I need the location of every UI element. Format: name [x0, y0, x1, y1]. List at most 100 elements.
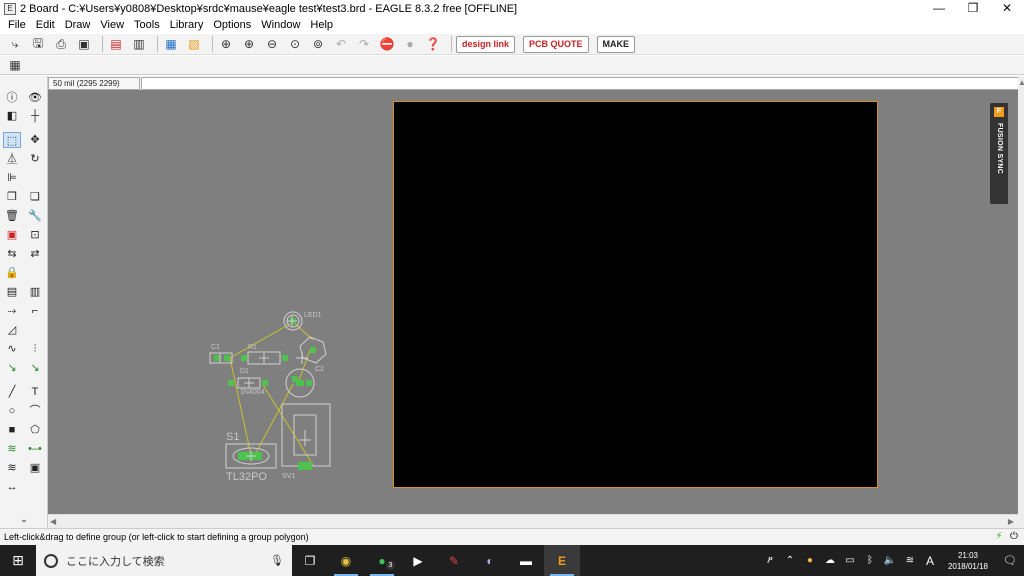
dimension-icon[interactable]: ↔ [3, 479, 21, 495]
close-button[interactable]: ✕ [990, 0, 1024, 17]
board-canvas[interactable]: LED1 C1 R1 D1 C2 1N4004 S1 TL32PO SV1 [48, 90, 1018, 514]
chip-app-icon[interactable]: ▬ [508, 545, 544, 576]
menu-draw[interactable]: Draw [60, 17, 96, 34]
menu-options[interactable]: Options [208, 17, 256, 34]
undo-icon[interactable]: ↶ [332, 35, 350, 53]
component-layer[interactable] [48, 90, 1018, 514]
scroll-left-icon[interactable]: ◀ [50, 517, 56, 526]
cloud-icon[interactable]: ☁ [822, 555, 838, 566]
optimize-icon[interactable]: ◿ [3, 322, 21, 338]
make-button[interactable]: MAKE [596, 35, 636, 53]
polygon-icon[interactable]: ⬠ [26, 422, 44, 438]
copy-icon[interactable]: ❐ [3, 189, 21, 205]
zoom-out-icon[interactable]: ⊖ [263, 35, 281, 53]
line-app-icon[interactable]: ● 3 [364, 545, 400, 576]
save-icon[interactable]: 🖫 [29, 35, 47, 53]
chevron-up-icon[interactable]: ⌃ [782, 555, 798, 566]
script-icon[interactable]: ▦ [162, 35, 180, 53]
pcb-quote-button[interactable]: PCB QUOTE [523, 35, 589, 53]
paste-icon[interactable]: ❏ [26, 189, 44, 205]
horizontal-scrollbar[interactable]: ◀ ▶ [48, 514, 1018, 528]
smash-icon[interactable]: ⊡ [26, 227, 44, 243]
align-icon[interactable]: ⊫ [3, 170, 21, 186]
mark-icon[interactable]: ┼ [26, 108, 44, 124]
chrome-icon[interactable]: ◉ [328, 545, 364, 576]
replace-icon[interactable]: ▣ [3, 227, 21, 243]
stop-icon[interactable]: ⛔ [378, 35, 396, 53]
layers-icon[interactable]: ◧ [3, 108, 21, 124]
line-icon[interactable]: ╱ [3, 384, 21, 400]
design-link-button[interactable]: design link [456, 35, 516, 53]
notification-icon[interactable]: 🗨 [996, 554, 1024, 567]
lightning-icon[interactable]: ⚡ [993, 531, 1005, 543]
zoom-previous-icon[interactable]: ⊚ [309, 35, 327, 53]
vertical-scrollbar[interactable]: ▲ [1018, 76, 1024, 528]
group-icon[interactable]: ⬚ [3, 132, 21, 148]
schematic-icon[interactable]: ▤ [107, 35, 125, 53]
task-view-icon[interactable]: ❐ [292, 545, 328, 576]
command-line-input[interactable] [141, 76, 1021, 90]
print-icon[interactable]: ⎙ [52, 35, 70, 53]
arc-icon[interactable]: ⌒ [26, 403, 44, 419]
menu-edit[interactable]: Edit [31, 17, 60, 34]
route-multi-icon[interactable]: ↘ [26, 360, 44, 376]
sv1-outline[interactable] [281, 403, 331, 467]
eagle-taskbar-icon[interactable]: E [544, 545, 580, 576]
media-app-icon[interactable]: ▶ [400, 545, 436, 576]
volume-icon[interactable]: 🔈 [882, 555, 898, 566]
menu-library[interactable]: Library [165, 17, 209, 34]
update-icon[interactable]: ● [802, 555, 818, 566]
grid-icon[interactable]: ▦ [6, 56, 24, 74]
miter-icon[interactable]: ⌐ [26, 303, 44, 319]
value-icon[interactable]: ▤ [3, 284, 21, 300]
maximize-button[interactable]: ❐ [956, 0, 990, 17]
text-icon[interactable]: T [26, 384, 44, 400]
windows-start-icon[interactable]: ⊞ [0, 545, 36, 576]
circle-icon[interactable]: ○ [3, 403, 21, 419]
stop-status-icon[interactable]: ⏻ [1008, 531, 1020, 543]
lock-icon[interactable]: 🔒 [3, 265, 21, 281]
cam-icon[interactable]: ▣ [75, 35, 93, 53]
zoom-select-icon[interactable]: ⊙ [286, 35, 304, 53]
ripup-icon[interactable]: ⫶ [26, 341, 44, 357]
minimize-button[interactable]: — [922, 0, 956, 17]
open-icon[interactable]: ⤷ [6, 35, 24, 53]
ime-indicator[interactable]: A [922, 554, 938, 568]
microphone-icon[interactable]: 🎙 [270, 554, 284, 567]
name-icon[interactable]: ▥ [26, 284, 44, 300]
go-icon[interactable]: ● [401, 35, 419, 53]
zoom-fit-icon[interactable]: ⊕ [217, 35, 235, 53]
rotate-icon[interactable]: ↻ [26, 151, 44, 167]
taskbar-search[interactable]: ここに入力して検索 🎙 [36, 545, 292, 576]
redo-icon[interactable]: ↷ [355, 35, 373, 53]
menu-view[interactable]: View [95, 17, 129, 34]
gate-swap-icon[interactable]: ⇄ [26, 246, 44, 262]
split-icon[interactable]: ⤑ [3, 303, 21, 319]
ratsnest-icon[interactable]: ≋ [3, 441, 21, 457]
menu-help[interactable]: Help [305, 17, 338, 34]
people-icon[interactable]: ዖ [762, 555, 778, 566]
menu-file[interactable]: File [3, 17, 31, 34]
ulp-icon[interactable]: ▥ [130, 35, 148, 53]
wifi-icon[interactable]: ≋ [902, 555, 918, 566]
show-icon[interactable]: 👁 [26, 90, 44, 106]
ulp-run-icon[interactable]: ▧ [185, 35, 203, 53]
bluetooth-icon[interactable]: ᛒ [862, 555, 878, 566]
taskbar-clock[interactable]: 21:03 2018/01/18 [948, 550, 988, 572]
change-icon[interactable]: 🔧 [26, 208, 44, 224]
via-icon[interactable]: ≋ [3, 460, 21, 476]
hole-icon[interactable]: ▣ [26, 460, 44, 476]
route-icon[interactable]: ↘ [3, 360, 21, 376]
pen-app-icon[interactable]: ✎ [436, 545, 472, 576]
signal-icon[interactable]: •–• [26, 441, 44, 457]
info-icon[interactable]: ⓘ [3, 90, 21, 106]
menu-tools[interactable]: Tools [129, 17, 165, 34]
swap-icon[interactable]: ⇆ [3, 246, 21, 262]
eclipse-app-icon[interactable]: ◐ [472, 545, 508, 576]
delete-icon[interactable]: 🗑 [3, 208, 21, 224]
fusion-sync-tab[interactable]: F FUSION SYNC [990, 103, 1008, 204]
meander-icon[interactable]: ∿ [3, 341, 21, 357]
battery-icon[interactable]: ▭ [842, 555, 858, 566]
more-tools-icon[interactable]: ⌄ [15, 514, 33, 524]
scroll-right-icon[interactable]: ▶ [1008, 517, 1014, 526]
